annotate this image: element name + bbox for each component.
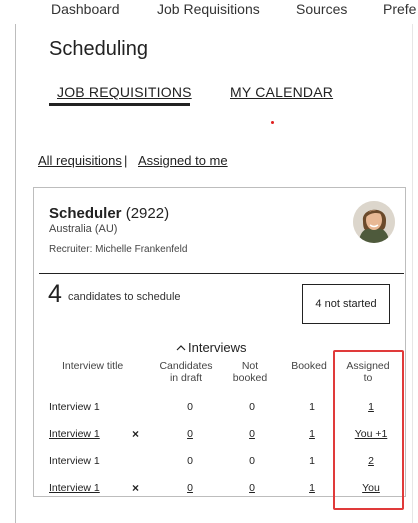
right-panel-border bbox=[412, 24, 413, 523]
filter-separator: | bbox=[124, 153, 128, 168]
requisition-title: Scheduler (2922) bbox=[49, 205, 169, 222]
column-booked: Booked bbox=[291, 360, 327, 372]
status-label: 4 not started bbox=[315, 298, 377, 310]
column-interview-title: Interview title bbox=[62, 360, 124, 372]
column-not-booked: Not booked bbox=[228, 360, 272, 384]
assigned-column-highlight bbox=[333, 350, 404, 510]
requisition-name: Scheduler bbox=[49, 205, 122, 222]
draft-count: 0 bbox=[187, 455, 193, 467]
booked-count: 1 bbox=[309, 455, 315, 467]
remove-icon[interactable]: × bbox=[132, 481, 139, 495]
nav-preferences[interactable]: Prefe bbox=[383, 1, 416, 17]
interviews-header-label: Interviews bbox=[188, 340, 247, 355]
tab-my-calendar[interactable]: MY CALENDAR bbox=[230, 84, 333, 100]
notification-dot bbox=[271, 121, 274, 124]
not-booked-count: 0 bbox=[249, 401, 255, 413]
avatar-photo bbox=[353, 201, 395, 243]
left-panel-border bbox=[15, 24, 16, 523]
booked-count: 1 bbox=[309, 401, 315, 413]
interviews-toggle[interactable]: Interviews bbox=[176, 340, 247, 355]
filter-all-requisitions[interactable]: All requisitions bbox=[38, 153, 122, 168]
not-booked-count-link[interactable]: 0 bbox=[242, 428, 262, 440]
nav-job-requisitions[interactable]: Job Requisitions bbox=[157, 1, 260, 17]
column-candidates-in-draft: Candidates in draft bbox=[154, 360, 218, 384]
column-not-booked-line2: booked bbox=[232, 372, 268, 384]
interview-title-link[interactable]: Interview 1 bbox=[49, 428, 100, 440]
not-booked-count-link[interactable]: 0 bbox=[242, 482, 262, 494]
nav-sources[interactable]: Sources bbox=[296, 1, 347, 17]
page-title: Scheduling bbox=[49, 38, 148, 60]
remove-icon[interactable]: × bbox=[132, 427, 139, 441]
filter-assigned-to-me[interactable]: Assigned to me bbox=[138, 153, 228, 168]
booked-count-link[interactable]: 1 bbox=[302, 428, 322, 440]
requisition-recruiter: Recruiter: Michelle Frankenfeld bbox=[49, 244, 188, 255]
draft-count: 0 bbox=[187, 401, 193, 413]
card-divider bbox=[39, 273, 404, 274]
interview-title: Interview 1 bbox=[49, 401, 100, 413]
candidates-count-label: candidates to schedule bbox=[68, 291, 181, 303]
booked-count-link[interactable]: 1 bbox=[302, 482, 322, 494]
draft-count-link[interactable]: 0 bbox=[180, 482, 200, 494]
column-not-booked-line1: Not bbox=[241, 360, 259, 372]
draft-count-link[interactable]: 0 bbox=[180, 428, 200, 440]
tab-job-requisitions[interactable]: JOB REQUISITIONS bbox=[57, 84, 192, 100]
active-tab-indicator bbox=[49, 103, 190, 106]
interview-title: Interview 1 bbox=[49, 455, 100, 467]
column-draft-line1: Candidates bbox=[159, 360, 213, 372]
column-draft-line2: in draft bbox=[169, 372, 203, 384]
requisition-location: Australia (AU) bbox=[49, 223, 118, 235]
status-button[interactable]: 4 not started bbox=[302, 284, 390, 324]
interview-title-link[interactable]: Interview 1 bbox=[49, 482, 100, 494]
not-booked-count: 0 bbox=[249, 455, 255, 467]
top-navigation: Dashboard Job Requisitions Sources Prefe bbox=[0, 0, 418, 24]
requisition-id: (2922) bbox=[125, 205, 170, 222]
candidates-count: 4 bbox=[48, 280, 62, 308]
chevron-up-icon bbox=[176, 344, 186, 350]
recruiter-avatar bbox=[353, 201, 395, 243]
nav-dashboard[interactable]: Dashboard bbox=[51, 1, 120, 17]
